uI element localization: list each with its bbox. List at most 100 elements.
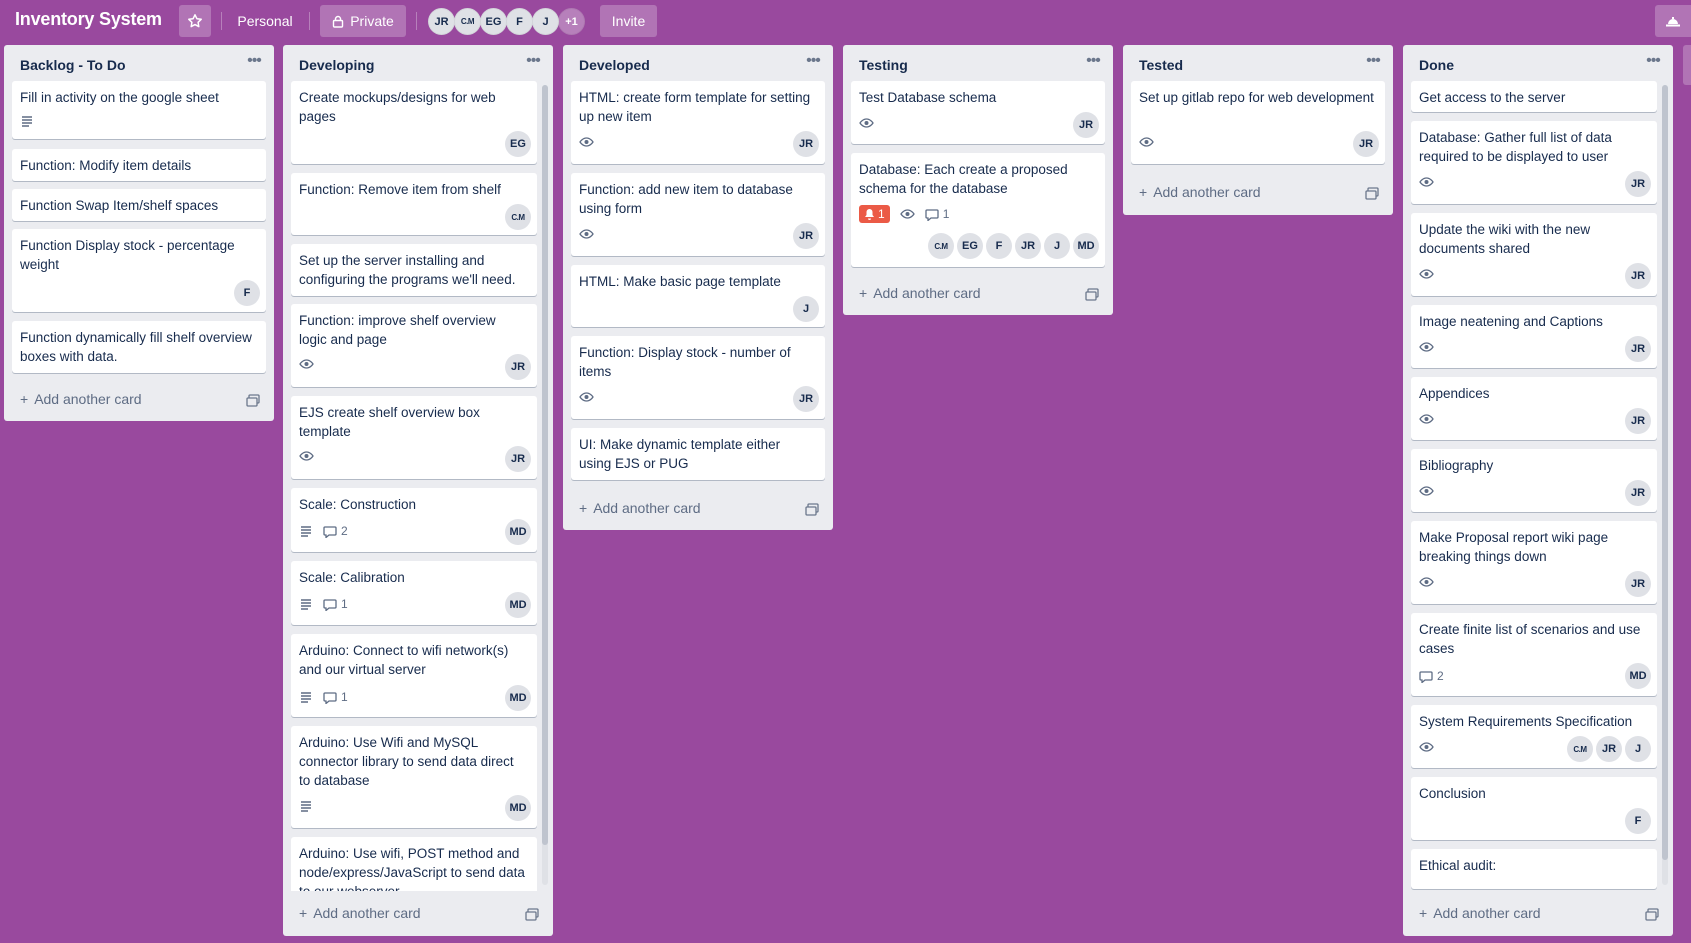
add-list-placeholder[interactable]: [1683, 45, 1691, 85]
card-member-avatar[interactable]: JR: [1625, 571, 1651, 597]
list-title[interactable]: Developed: [579, 57, 650, 73]
list-title[interactable]: Testing: [859, 57, 908, 73]
card[interactable]: Function: Display stock - number of item…: [571, 336, 825, 419]
list-title[interactable]: Tested: [1139, 57, 1183, 73]
star-button[interactable]: [179, 5, 211, 37]
member-avatar[interactable]: F: [506, 8, 533, 35]
card-member-avatar[interactable]: C.M: [928, 233, 954, 259]
list-menu-icon[interactable]: •••: [801, 53, 825, 73]
card[interactable]: Scale: Calibration 1 MD: [291, 561, 537, 625]
card-member-avatar[interactable]: J: [1625, 736, 1651, 762]
card[interactable]: Function: improve shelf overview logic a…: [291, 304, 537, 387]
card-member-avatar[interactable]: MD: [1073, 233, 1099, 259]
show-menu-button[interactable]: [1655, 5, 1691, 37]
card-member-avatar[interactable]: JR: [793, 223, 819, 249]
card-member-avatar[interactable]: MD: [505, 519, 531, 545]
list-title[interactable]: Backlog - To Do: [20, 57, 126, 73]
list-title[interactable]: Developing: [299, 57, 374, 73]
card-member-avatar[interactable]: F: [986, 233, 1012, 259]
card-member-avatar[interactable]: J: [1044, 233, 1070, 259]
card[interactable]: Arduino: Connect to wifi network(s) and …: [291, 634, 537, 717]
card-template-icon[interactable]: [1645, 908, 1659, 921]
card[interactable]: EJS create shelf overview box template J…: [291, 396, 537, 479]
card[interactable]: Test Database schema JR: [851, 81, 1105, 144]
member-avatar[interactable]: J: [532, 8, 559, 35]
add-card-button[interactable]: + Add another card: [579, 500, 701, 516]
card-member-avatar[interactable]: MD: [1625, 663, 1651, 689]
card-template-icon[interactable]: [805, 503, 819, 516]
card-member-avatar[interactable]: JR: [505, 446, 531, 472]
card[interactable]: Function Display stock - percentage weig…: [12, 229, 266, 312]
card[interactable]: Bibliography JR: [1411, 449, 1657, 512]
card[interactable]: Scale: Construction 2 MD: [291, 488, 537, 552]
more-members-button[interactable]: +1: [558, 8, 585, 35]
card-member-avatar[interactable]: JR: [1625, 408, 1651, 434]
card[interactable]: Database: Each create a proposed schema …: [851, 153, 1105, 267]
add-card-button[interactable]: + Add another card: [1419, 905, 1541, 921]
card-member-avatar[interactable]: JR: [793, 131, 819, 157]
card-member-avatar[interactable]: EG: [957, 233, 983, 259]
card-member-avatar[interactable]: C.M: [1567, 736, 1593, 762]
card[interactable]: Conclusion F: [1411, 777, 1657, 840]
card[interactable]: UI: Make dynamic template either using E…: [571, 428, 825, 480]
card[interactable]: Appendices JR: [1411, 377, 1657, 440]
card-member-avatar[interactable]: JR: [1073, 112, 1099, 138]
list-menu-icon[interactable]: •••: [1361, 53, 1385, 73]
card[interactable]: Image neatening and Captions JR: [1411, 305, 1657, 368]
list-scrollbar-thumb[interactable]: [542, 85, 548, 845]
card-member-avatar[interactable]: JR: [1353, 131, 1379, 157]
add-card-button[interactable]: + Add another card: [1139, 184, 1261, 200]
card[interactable]: Create finite list of scenarios and use …: [1411, 613, 1657, 696]
card-member-avatar[interactable]: F: [1625, 808, 1651, 834]
card[interactable]: Function: add new item to database using…: [571, 173, 825, 256]
card-template-icon[interactable]: [1085, 288, 1099, 301]
team-visibility-button[interactable]: Personal: [232, 5, 298, 37]
list-menu-icon[interactable]: •••: [1081, 53, 1105, 73]
board-title[interactable]: Inventory System: [15, 9, 162, 30]
card[interactable]: Arduino: Use wifi, POST method and node/…: [291, 837, 537, 891]
card-member-avatar[interactable]: JR: [505, 354, 531, 380]
card[interactable]: Update the wiki with the new documents s…: [1411, 213, 1657, 296]
card[interactable]: HTML: create form template for setting u…: [571, 81, 825, 164]
card-member-avatar[interactable]: MD: [505, 592, 531, 618]
card-member-avatar[interactable]: MD: [505, 685, 531, 711]
card[interactable]: System Requirements Specification C.M JR…: [1411, 705, 1657, 768]
member-avatar[interactable]: C.M: [454, 8, 481, 35]
card-member-avatar[interactable]: JR: [1625, 171, 1651, 197]
card-member-avatar[interactable]: JR: [793, 386, 819, 412]
card[interactable]: Function: Modify item details: [12, 149, 266, 181]
card[interactable]: Function dynamically fill shelf overview…: [12, 321, 266, 373]
add-card-button[interactable]: + Add another card: [20, 391, 142, 407]
card-template-icon[interactable]: [525, 908, 539, 921]
card-template-icon[interactable]: [1365, 187, 1379, 200]
card-member-avatar[interactable]: J: [793, 296, 819, 322]
invite-button[interactable]: Invite: [600, 5, 657, 37]
add-card-button[interactable]: + Add another card: [859, 285, 981, 301]
card-member-avatar[interactable]: MD: [505, 795, 531, 821]
card[interactable]: Get access to the server: [1411, 81, 1657, 112]
card[interactable]: HTML: Make basic page template J: [571, 265, 825, 327]
card-member-avatar[interactable]: JR: [1015, 233, 1041, 259]
card[interactable]: Set up gitlab repo for web development J…: [1131, 81, 1385, 164]
card[interactable]: Arduino: Use Wifi and MySQL connector li…: [291, 726, 537, 828]
card-member-avatar[interactable]: JR: [1625, 336, 1651, 362]
card-member-avatar[interactable]: JR: [1625, 480, 1651, 506]
card-member-avatar[interactable]: F: [234, 280, 260, 306]
add-card-button[interactable]: + Add another card: [299, 905, 421, 921]
member-avatar[interactable]: JR: [428, 8, 455, 35]
card-template-icon[interactable]: [246, 394, 260, 407]
card[interactable]: Create mockups/designs for web pages EG: [291, 81, 537, 164]
list-menu-icon[interactable]: •••: [242, 53, 266, 73]
list-title[interactable]: Done: [1419, 57, 1454, 73]
card-member-avatar[interactable]: EG: [505, 131, 531, 157]
card-member-avatar[interactable]: JR: [1625, 263, 1651, 289]
list-menu-icon[interactable]: •••: [1641, 53, 1665, 73]
list-scrollbar-thumb[interactable]: [1662, 85, 1668, 860]
card[interactable]: Fill in activity on the google sheet: [12, 81, 266, 139]
card-member-avatar[interactable]: C.M: [505, 204, 531, 230]
card[interactable]: Ethical audit:: [1411, 849, 1657, 889]
card[interactable]: Database: Gather full list of data requi…: [1411, 121, 1657, 204]
member-avatar[interactable]: EG: [480, 8, 507, 35]
card[interactable]: Function Swap Item/shelf spaces: [12, 189, 266, 221]
card-member-avatar[interactable]: JR: [1596, 736, 1622, 762]
